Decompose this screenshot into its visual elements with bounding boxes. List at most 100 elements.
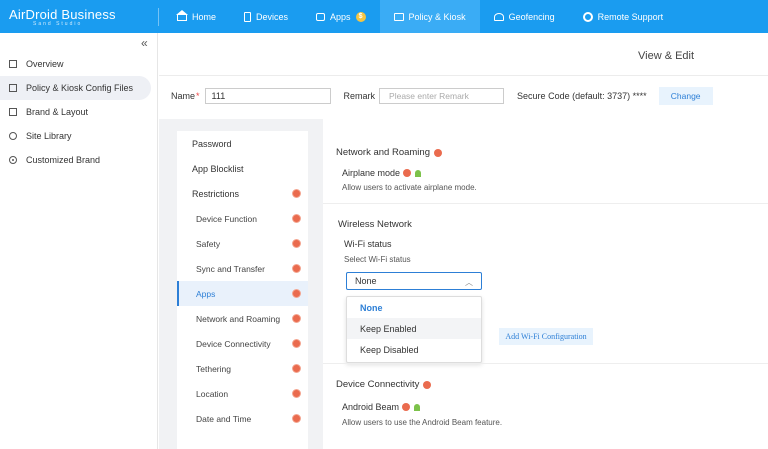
option-none[interactable]: None [347,297,481,318]
nav-policy-kiosk[interactable]: Policy & Kiosk [379,0,480,33]
android-icon [413,403,421,411]
tree-item-device-function[interactable]: Device Function [177,206,308,231]
restriction-badge-icon [403,169,412,177]
wifi-status-label: Wi-Fi status [344,239,392,249]
header-divider [159,75,768,76]
brand-title: AirDroid Business [9,6,116,22]
name-input[interactable]: 111 [204,88,331,104]
folder-icon [393,12,404,21]
secure-code-text: Secure Code (default: 3737) **** [517,91,647,101]
page-title: View & Edit [638,50,695,62]
tree-item-label: Password [192,138,232,149]
section-title: Network and Roaming [336,147,430,158]
restriction-badge-icon [423,380,432,389]
android-beam-label: Android Beam [342,402,400,412]
restriction-badge-icon [292,364,301,373]
add-wifi-configuration-button[interactable]: Add Wi-Fi Configuration [499,328,593,345]
sidebar-list: Overview Policy & Kiosk Config Files Bra… [0,52,157,172]
support-icon [582,11,593,22]
tree-item-app-blocklist[interactable]: App Blocklist [177,156,308,181]
airplane-mode-label: Airplane mode [342,168,401,178]
sidebar-item-brand-layout[interactable]: Brand & Layout [0,100,151,124]
tree-item-label: App Blocklist [192,163,244,174]
remark-input[interactable]: Please enter Remark [379,88,505,104]
required-mark: * [196,91,200,101]
sidebar-item-label: Site Library [26,131,72,141]
nav-remote-support-label: Remote Support [597,11,664,22]
tree-item-tethering[interactable]: Tethering [177,356,308,381]
sidebar-item-label: Overview [26,59,64,69]
tree-item-location[interactable]: Location [177,381,308,406]
wifi-status-select[interactable]: None ︿ [346,272,482,290]
tree-item-device-connectivity[interactable]: Device Connectivity [177,331,308,356]
nav-devices-label: Devices [256,11,289,22]
tree-item-label: Device Connectivity [196,338,271,349]
tree-item-label: Restrictions [192,188,240,199]
brand-icon [9,108,17,116]
device-icon [244,11,252,22]
tree-item-date-time[interactable]: Date and Time [177,406,308,431]
settings-panel: Network and Roaming Airplane mode Allow … [323,119,768,449]
nav-home[interactable]: Home [159,0,230,33]
tree-item-label: Tethering [196,363,231,374]
section-divider [323,203,768,204]
tree-item-label: Device Function [196,213,257,224]
sidebar-item-overview[interactable]: Overview [0,52,151,76]
main-nav: Home Devices Apps $ Policy & Kiosk Geofe… [159,0,677,33]
brand-logo[interactable]: AirDroid Business Sand Studio [0,7,158,27]
android-beam-setting: Android Beam [342,402,421,412]
collapse-sidebar-icon[interactable]: « [141,36,148,50]
section-divider [323,363,768,364]
option-keep-disabled[interactable]: Keep Disabled [347,339,481,360]
section-network-roaming: Network and Roaming [336,147,442,158]
nav-geofencing-label: Geofencing [508,11,555,22]
section-device-connectivity: Device Connectivity [336,379,432,390]
globe-icon [9,132,17,140]
top-nav-bar: AirDroid Business Sand Studio Home Devic… [0,0,768,33]
option-keep-enabled[interactable]: Keep Enabled [347,318,481,339]
nav-geofencing[interactable]: Geofencing [480,0,569,33]
nav-home-label: Home [192,11,217,22]
home-icon [176,10,188,21]
sidebar-item-label: Policy & Kiosk Config Files [26,83,134,93]
name-label: Name [171,91,196,101]
wifi-status-description: Select Wi-Fi status [344,255,411,264]
nav-devices[interactable]: Devices [230,0,302,33]
nav-apps[interactable]: Apps $ [302,0,380,33]
config-files-icon [9,84,17,92]
tree-item-apps[interactable]: Apps [177,281,308,306]
airplane-mode-setting: Airplane mode [342,168,422,178]
geofence-icon [493,12,504,21]
sidebar-item-site-library[interactable]: Site Library [0,124,151,148]
tree-item-label: Location [196,388,229,399]
tree-item-password[interactable]: Password [177,131,308,156]
change-button[interactable]: Change [658,87,713,105]
custom-brand-icon [9,156,17,164]
wireless-network-title: Wireless Network [338,219,412,230]
nav-policy-kiosk-label: Policy & Kiosk [408,11,466,22]
sidebar-item-label: Brand & Layout [26,107,89,117]
policy-tree: Password App Blocklist Restrictions Devi… [177,131,308,449]
tree-item-network-roaming[interactable]: Network and Roaming [177,306,308,331]
restriction-badge-icon [292,414,301,423]
sidebar-item-customized-brand[interactable]: Customized Brand [0,148,151,172]
wifi-status-dropdown: None Keep Enabled Keep Disabled [346,296,482,363]
overview-icon [9,60,17,68]
android-beam-description: Allow users to use the Android Beam feat… [342,418,503,427]
tree-item-label: Network and Roaming [196,313,281,324]
tree-item-sync-transfer[interactable]: Sync and Transfer [177,256,308,281]
restriction-badge-icon [292,289,301,298]
tree-item-label: Apps [196,288,216,299]
section-title: Device Connectivity [336,379,420,390]
sidebar-item-config-files[interactable]: Policy & Kiosk Config Files [0,76,151,100]
tree-item-safety[interactable]: Safety [177,231,308,256]
airplane-mode-description: Allow users to activate airplane mode. [342,183,477,192]
nav-remote-support[interactable]: Remote Support [569,0,678,33]
apps-icon [316,12,326,21]
sidebar: « Overview Policy & Kiosk Config Files B… [0,33,158,449]
config-form-row: Name * 111 Remark Please enter Remark Se… [171,87,713,105]
main-area: View & Edit Name * 111 Remark Please ent… [159,33,768,449]
restriction-badge-icon [292,339,301,348]
tree-item-restrictions[interactable]: Restrictions [177,181,308,206]
restriction-badge-icon [292,239,301,248]
